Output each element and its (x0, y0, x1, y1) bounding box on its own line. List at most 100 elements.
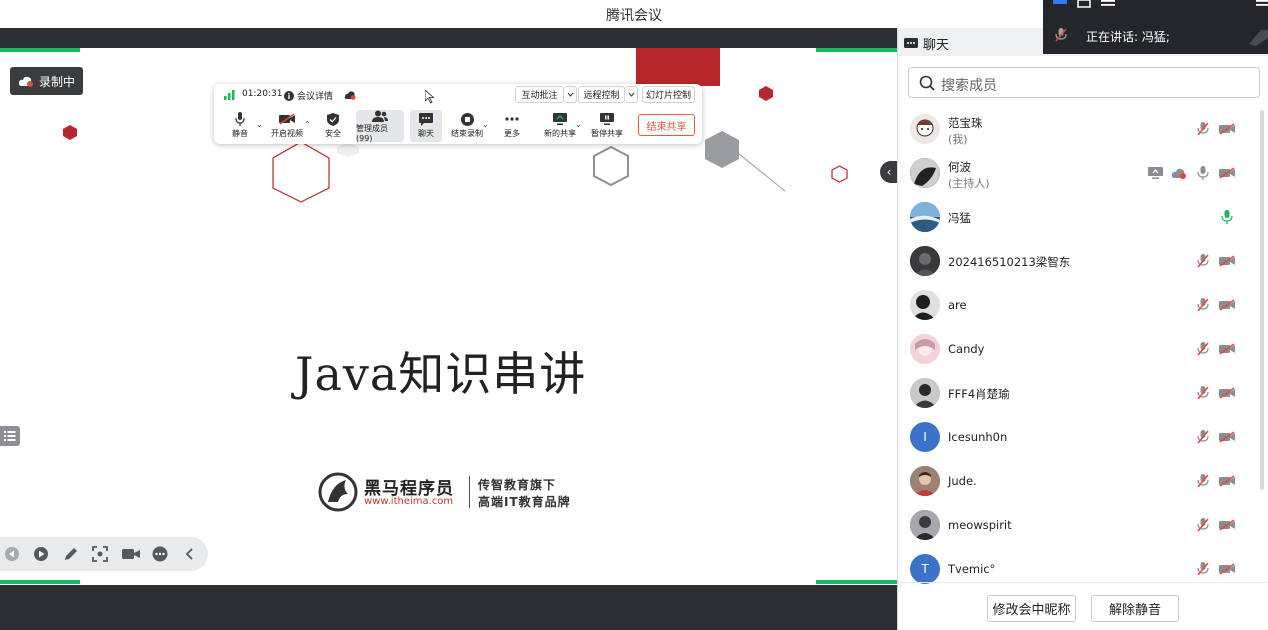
member-status (1195, 385, 1235, 401)
mic-muted-icon[interactable] (1195, 429, 1211, 445)
hexagon-faint (337, 143, 359, 157)
microphone-icon (235, 112, 245, 126)
member-status (1195, 473, 1235, 489)
video-off-icon[interactable] (1219, 429, 1235, 445)
annotate-dropdown[interactable] (564, 86, 577, 103)
camera-icon[interactable] (122, 546, 140, 562)
chevron-down-icon[interactable]: ⌄ (575, 120, 582, 129)
avatar: T (910, 554, 940, 584)
video-off-icon[interactable] (1219, 341, 1235, 357)
menu-icon (1101, 0, 1115, 6)
end-share-button[interactable]: 结束共享 (638, 114, 695, 136)
microphone-icon[interactable] (1195, 165, 1211, 181)
drag-handle-icon[interactable] (1243, 26, 1268, 46)
meeting-toolbar: 01:20:31 会议详情 互动批注 远程控制 幻灯片控制 静音 ⌄ 开启视频 … (214, 84, 702, 144)
mic-muted-icon[interactable] (1195, 473, 1211, 489)
mic-muted-icon[interactable] (1195, 385, 1211, 401)
screen-share-icon[interactable] (1147, 165, 1163, 181)
member-list-scrollbar[interactable] (1260, 110, 1264, 490)
video-off-icon[interactable] (1219, 121, 1235, 137)
pause-share-button[interactable]: 暂停共享 (585, 110, 629, 142)
collapse-panel-button[interactable]: ‹ (880, 161, 898, 183)
red-block (636, 48, 720, 86)
chat-icon (419, 112, 433, 126)
chevron-down-icon (628, 92, 634, 97)
member-list: 范宝珠 (我) 何波 (主持人) 冯猛 202416510213梁智东 are … (898, 106, 1268, 584)
mic-muted-icon[interactable] (1195, 121, 1211, 137)
member-row[interactable]: 冯猛 (898, 198, 1268, 238)
avatar (910, 510, 940, 540)
cloud-record-icon[interactable] (1171, 165, 1187, 181)
video-off-icon[interactable] (1219, 473, 1235, 489)
member-row[interactable]: meowspirit (898, 506, 1268, 546)
chat-tab[interactable]: 聊天 (904, 34, 949, 53)
start-video-button[interactable]: 开启视频 (265, 110, 309, 142)
video-off-icon[interactable] (1219, 561, 1235, 577)
security-button[interactable]: 安全 (311, 110, 355, 142)
hexagon-small-red-2 (759, 86, 773, 101)
app-window: 腾讯会议 Java知识串讲 黑马程序员 www.itheima.com 传智教育… (0, 0, 1268, 630)
remote-control-button[interactable]: 远程控制 (578, 86, 625, 103)
meeting-details-link[interactable]: 会议详情 (284, 89, 333, 102)
play-icon[interactable] (33, 546, 49, 562)
chevron-down-icon (567, 92, 573, 97)
member-name: 202416510213梁智东 (948, 255, 1071, 269)
video-off-icon[interactable] (1219, 253, 1235, 269)
recording-badge[interactable]: 录制中 (10, 67, 84, 95)
member-row[interactable]: 范宝珠 (我) (898, 110, 1268, 150)
mic-muted-icon[interactable] (1195, 517, 1211, 533)
remote-dropdown[interactable] (625, 86, 638, 103)
shield-icon (327, 112, 339, 126)
logo-tagline-1: 传智教育旗下 (478, 478, 557, 492)
logo-divider (469, 476, 470, 508)
member-name: FFF4肖楚瑜 (948, 387, 1010, 401)
member-name: Jude. (948, 474, 977, 488)
collapse-tools-icon[interactable] (182, 546, 198, 562)
pen-icon[interactable] (63, 546, 79, 562)
microphone-active-icon[interactable] (1219, 209, 1235, 225)
hexagon-small-red (63, 125, 77, 140)
mic-muted-icon[interactable] (1195, 253, 1211, 269)
unmute-all-button[interactable]: 解除静音 (1091, 595, 1179, 622)
member-row[interactable]: are (898, 286, 1268, 326)
more-button[interactable]: 更多 (490, 110, 534, 142)
slide-control-button[interactable]: 幻灯片控制 (642, 86, 695, 103)
meeting-timer: 01:20:31 (242, 89, 283, 99)
video-off-icon[interactable] (1219, 385, 1235, 401)
member-row[interactable]: 202416510213梁智东 (898, 242, 1268, 282)
manage-members-button[interactable]: 管理成员(99) (356, 110, 404, 143)
member-row[interactable]: I Icesunh0n (898, 418, 1268, 458)
video-off-icon[interactable] (1219, 165, 1235, 181)
member-row[interactable]: 何波 (主持人) (898, 154, 1268, 194)
mic-muted-icon[interactable] (1195, 297, 1211, 313)
blue-window-icon (1053, 0, 1067, 4)
info-icon (284, 90, 294, 101)
more-options-icon[interactable] (152, 546, 168, 562)
rename-button[interactable]: 修改会中昵称 (987, 595, 1076, 622)
member-row[interactable]: Candy (898, 330, 1268, 370)
mic-muted-icon (1055, 28, 1067, 42)
chevron-down-icon[interactable]: ⌄ (482, 120, 489, 129)
video-off-icon[interactable] (1219, 517, 1235, 533)
member-row[interactable]: Jude. (898, 462, 1268, 502)
member-name: 范宝珠 (948, 116, 983, 130)
mouse-cursor-icon (425, 90, 435, 104)
previous-icon[interactable] (4, 546, 20, 562)
cloud-record-icon[interactable] (344, 90, 356, 100)
chevron-up-icon[interactable]: ⌃ (304, 120, 311, 129)
chevron-up-icon[interactable]: ⌄ (256, 120, 263, 129)
mic-muted-icon[interactable] (1195, 341, 1211, 357)
annotate-button[interactable]: 互动批注 (515, 86, 564, 103)
accent-bar (816, 580, 897, 584)
member-row[interactable]: FFF4肖楚瑜 (898, 374, 1268, 414)
mic-muted-icon[interactable] (1195, 561, 1211, 577)
video-off-icon[interactable] (1219, 297, 1235, 313)
chat-label: 聊天 (418, 129, 434, 138)
mute-label: 静音 (232, 129, 248, 138)
chat-button[interactable]: 聊天 (410, 110, 442, 142)
slide-list-toggle[interactable] (0, 426, 20, 446)
member-search[interactable]: 搜索成员 (908, 67, 1260, 98)
horse-logo-icon (318, 472, 358, 512)
security-label: 安全 (325, 129, 341, 138)
fullscreen-icon[interactable] (92, 546, 108, 562)
